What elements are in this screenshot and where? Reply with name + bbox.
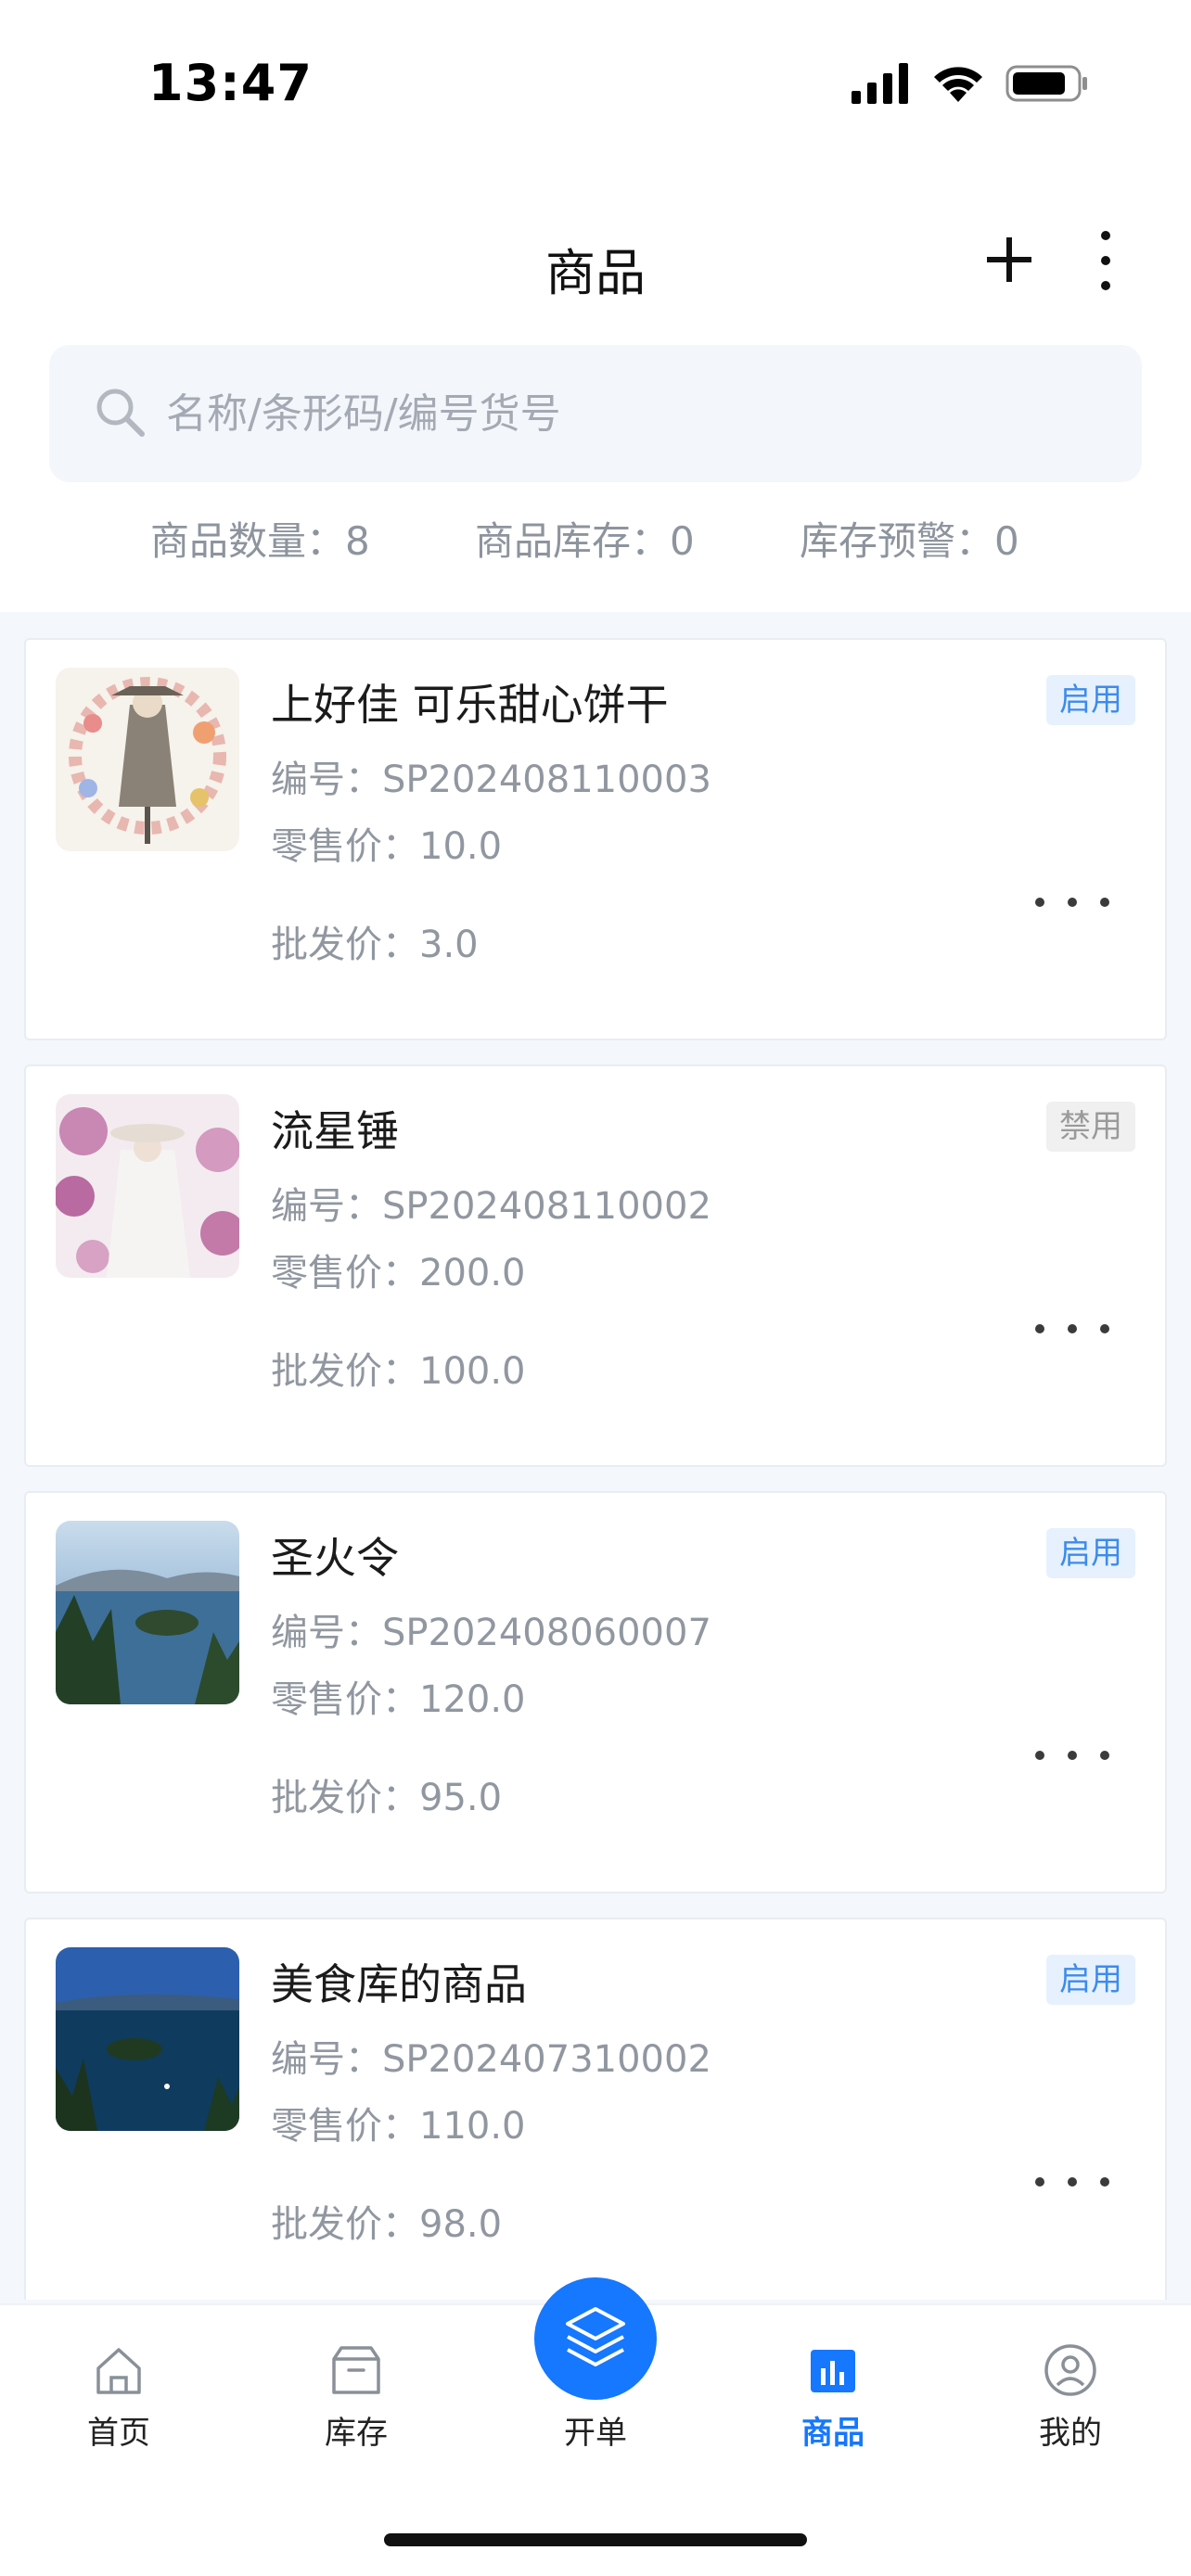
retail-price: 零售价：110.0 [271, 2105, 526, 2148]
card-more-button[interactable] [1035, 1732, 1109, 1779]
dot-icon [1068, 2177, 1077, 2187]
wifi-icon [934, 67, 982, 102]
dot-icon [1100, 898, 1109, 907]
status-badge: 启用 [1046, 675, 1135, 725]
home-icon [96, 2348, 141, 2394]
search-box[interactable] [49, 345, 1142, 482]
wholesale-price: 批发价：3.0 [271, 924, 479, 966]
tab-order-label: 开单 [564, 2415, 627, 2452]
search-input[interactable] [166, 376, 1094, 451]
product-name: 上好佳 可乐甜心饼干 [271, 680, 669, 730]
dot-icon [1100, 1751, 1109, 1760]
retail-price: 零售价：10.0 [271, 825, 503, 868]
bar-chart-icon [811, 2350, 855, 2392]
product-code: 编号：SP202408060007 [271, 1612, 711, 1654]
dot-icon [1035, 2177, 1044, 2187]
home-indicator[interactable] [384, 2533, 807, 2546]
dot-icon [1035, 1324, 1044, 1333]
dot-icon [1100, 2177, 1109, 2187]
tab-home[interactable]: 首页 [35, 2305, 202, 2472]
product-list: 上好佳 可乐甜心饼干 编号：SP202408110003 零售价：10.0 批发… [0, 612, 1191, 2300]
signal-icon [852, 63, 908, 104]
dot-icon [1068, 898, 1077, 907]
header: 商品 商品数量：8 商品库存：0 库存预警：0 [0, 176, 1191, 612]
product-name: 美食库的商品 [271, 1959, 527, 2009]
search-icon [96, 389, 145, 437]
user-icon [1044, 2344, 1096, 2396]
add-product-button[interactable] [980, 230, 1039, 289]
product-code: 编号：SP202407310002 [271, 2038, 711, 2081]
product-count: 商品数量：8 [150, 518, 370, 564]
wholesale-price: 批发价：100.0 [271, 1350, 526, 1393]
product-image [56, 668, 239, 851]
card-more-button[interactable] [1035, 1306, 1109, 1352]
box-icon [332, 2346, 380, 2394]
card-more-button[interactable] [1035, 2159, 1109, 2205]
card-more-button[interactable] [1035, 879, 1109, 925]
battery-icon [1005, 65, 1087, 102]
wholesale-price: 批发价：98.0 [271, 2203, 503, 2246]
product-code: 编号：SP202408110002 [271, 1185, 711, 1228]
product-card[interactable]: 美食库的商品 编号：SP202407310002 零售价：110.0 批发价：9… [24, 1918, 1167, 2300]
product-code: 编号：SP202408110003 [271, 759, 711, 801]
status-time: 13:47 [148, 54, 313, 112]
more-menu-button[interactable] [1087, 228, 1124, 293]
stock-warning: 库存预警：0 [800, 518, 1019, 564]
vertical-dots-icon [1101, 231, 1110, 290]
dot-icon [1100, 1324, 1109, 1333]
product-name: 圣火令 [271, 1533, 399, 1583]
product-card[interactable]: 流星锤 编号：SP202408110002 零售价：200.0 批发价：100.… [24, 1065, 1167, 1467]
status-badge: 启用 [1046, 1955, 1135, 2005]
stats-row: 商品数量：8 商品库存：0 库存预警：0 [0, 510, 1191, 575]
tab-label: 库存 [325, 2415, 388, 2452]
tab-label: 我的 [1039, 2415, 1102, 2452]
product-stock: 商品库存：0 [475, 518, 695, 564]
product-card[interactable]: 圣火令 编号：SP202408060007 零售价：120.0 批发价：95.0… [24, 1491, 1167, 1894]
product-image [56, 1094, 239, 1278]
wholesale-price: 批发价：95.0 [271, 1777, 503, 1819]
tab-label: 首页 [87, 2415, 150, 2452]
status-badge: 启用 [1046, 1528, 1135, 1578]
dot-icon [1068, 1751, 1077, 1760]
tab-products[interactable]: 商品 [749, 2305, 916, 2472]
dot-icon [1035, 1751, 1044, 1760]
dot-icon [1035, 898, 1044, 907]
retail-price: 零售价：120.0 [271, 1678, 526, 1721]
plus-icon [987, 237, 1031, 282]
tab-label: 商品 [801, 2415, 864, 2452]
status-badge: 禁用 [1046, 1102, 1135, 1152]
product-image [56, 1521, 239, 1704]
retail-price: 零售价：200.0 [271, 1252, 526, 1294]
dot-icon [1068, 1324, 1077, 1333]
new-order-button[interactable] [534, 2277, 657, 2400]
product-name: 流星锤 [271, 1106, 399, 1156]
layers-icon [566, 2307, 625, 2366]
status-icons [852, 63, 1089, 104]
status-bar: 13:47 [0, 0, 1191, 176]
tab-mine[interactable]: 我的 [987, 2305, 1154, 2472]
tab-inventory[interactable]: 库存 [273, 2305, 440, 2472]
product-image [56, 1947, 239, 2131]
product-card[interactable]: 上好佳 可乐甜心饼干 编号：SP202408110003 零售价：10.0 批发… [24, 638, 1167, 1040]
